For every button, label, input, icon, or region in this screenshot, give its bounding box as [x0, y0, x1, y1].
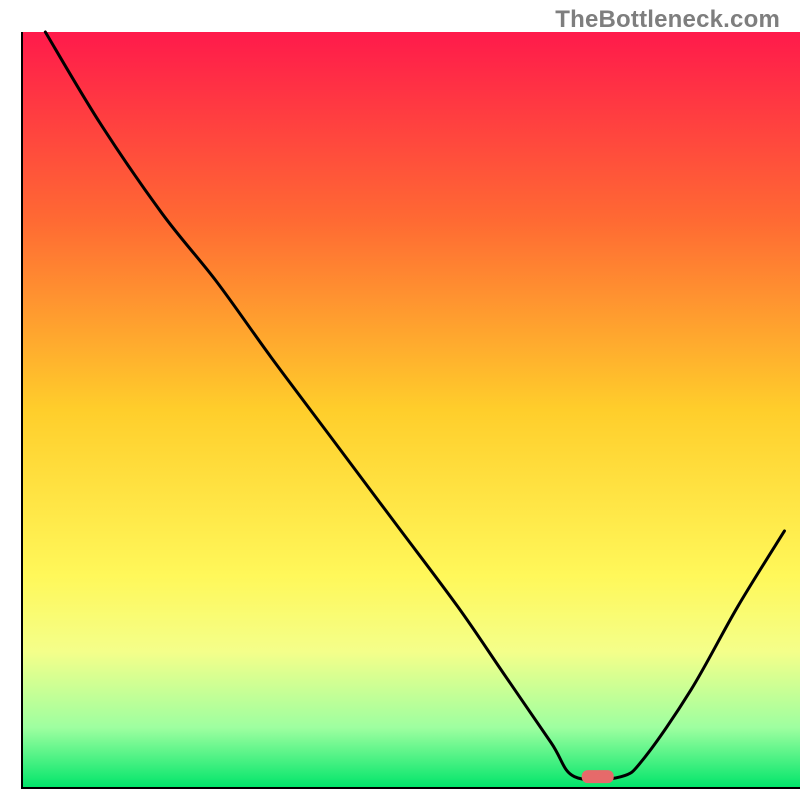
watermark-text: TheBottleneck.com [555, 6, 780, 34]
chart-container: { "watermark": "TheBottleneck.com", "cha… [0, 0, 800, 800]
optimal-marker [582, 770, 614, 783]
plot-area [22, 32, 800, 788]
chart-svg [0, 0, 800, 800]
